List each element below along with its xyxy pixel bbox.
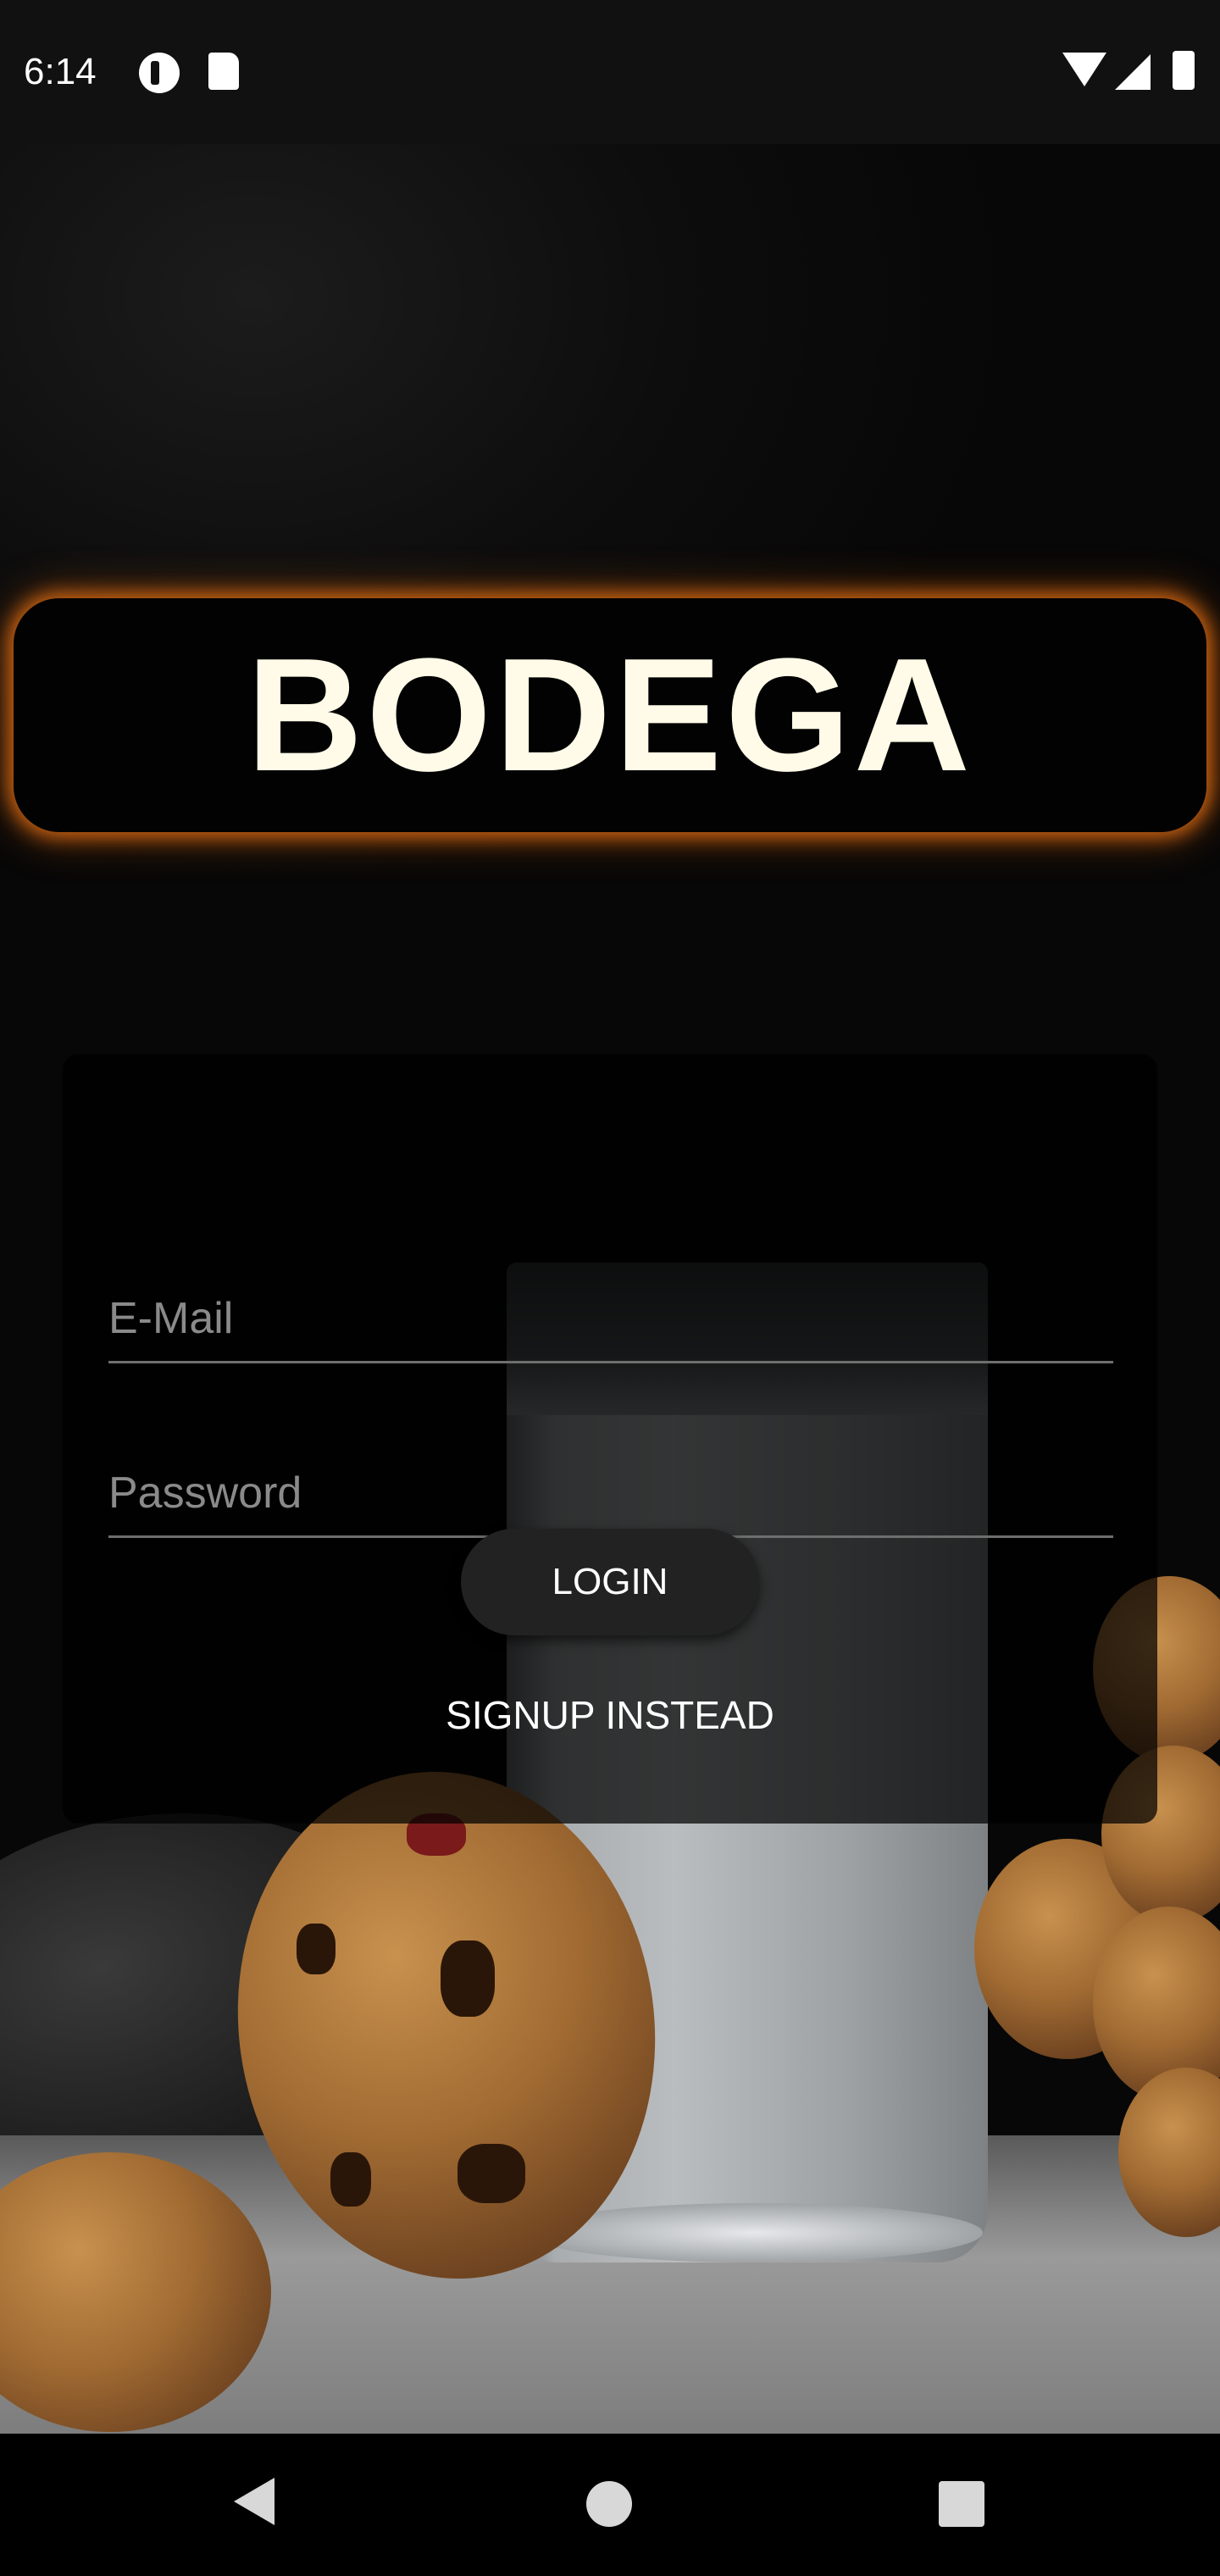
status-time: 6:14 [24,51,97,92]
login-card: LOGIN SIGNUP INSTEAD [63,1054,1157,1824]
wifi-icon [1062,53,1106,86]
home-icon[interactable] [586,2481,632,2527]
sd-card-icon [208,53,239,90]
status-bar: 6:14 [0,0,1220,144]
signal-icon [1115,54,1151,90]
email-field[interactable] [108,1276,1113,1363]
back-icon[interactable] [234,2478,274,2525]
login-button[interactable]: LOGIN [461,1529,759,1635]
signup-instead-button[interactable]: SIGNUP INSTEAD [356,1673,864,1757]
app-title-banner: BODEGA [14,598,1206,832]
pocket-casts-icon [139,53,180,93]
recents-icon[interactable] [939,2481,984,2527]
battery-icon [1173,51,1195,90]
password-field[interactable] [108,1451,1113,1538]
app-title: BODEGA [247,625,973,805]
